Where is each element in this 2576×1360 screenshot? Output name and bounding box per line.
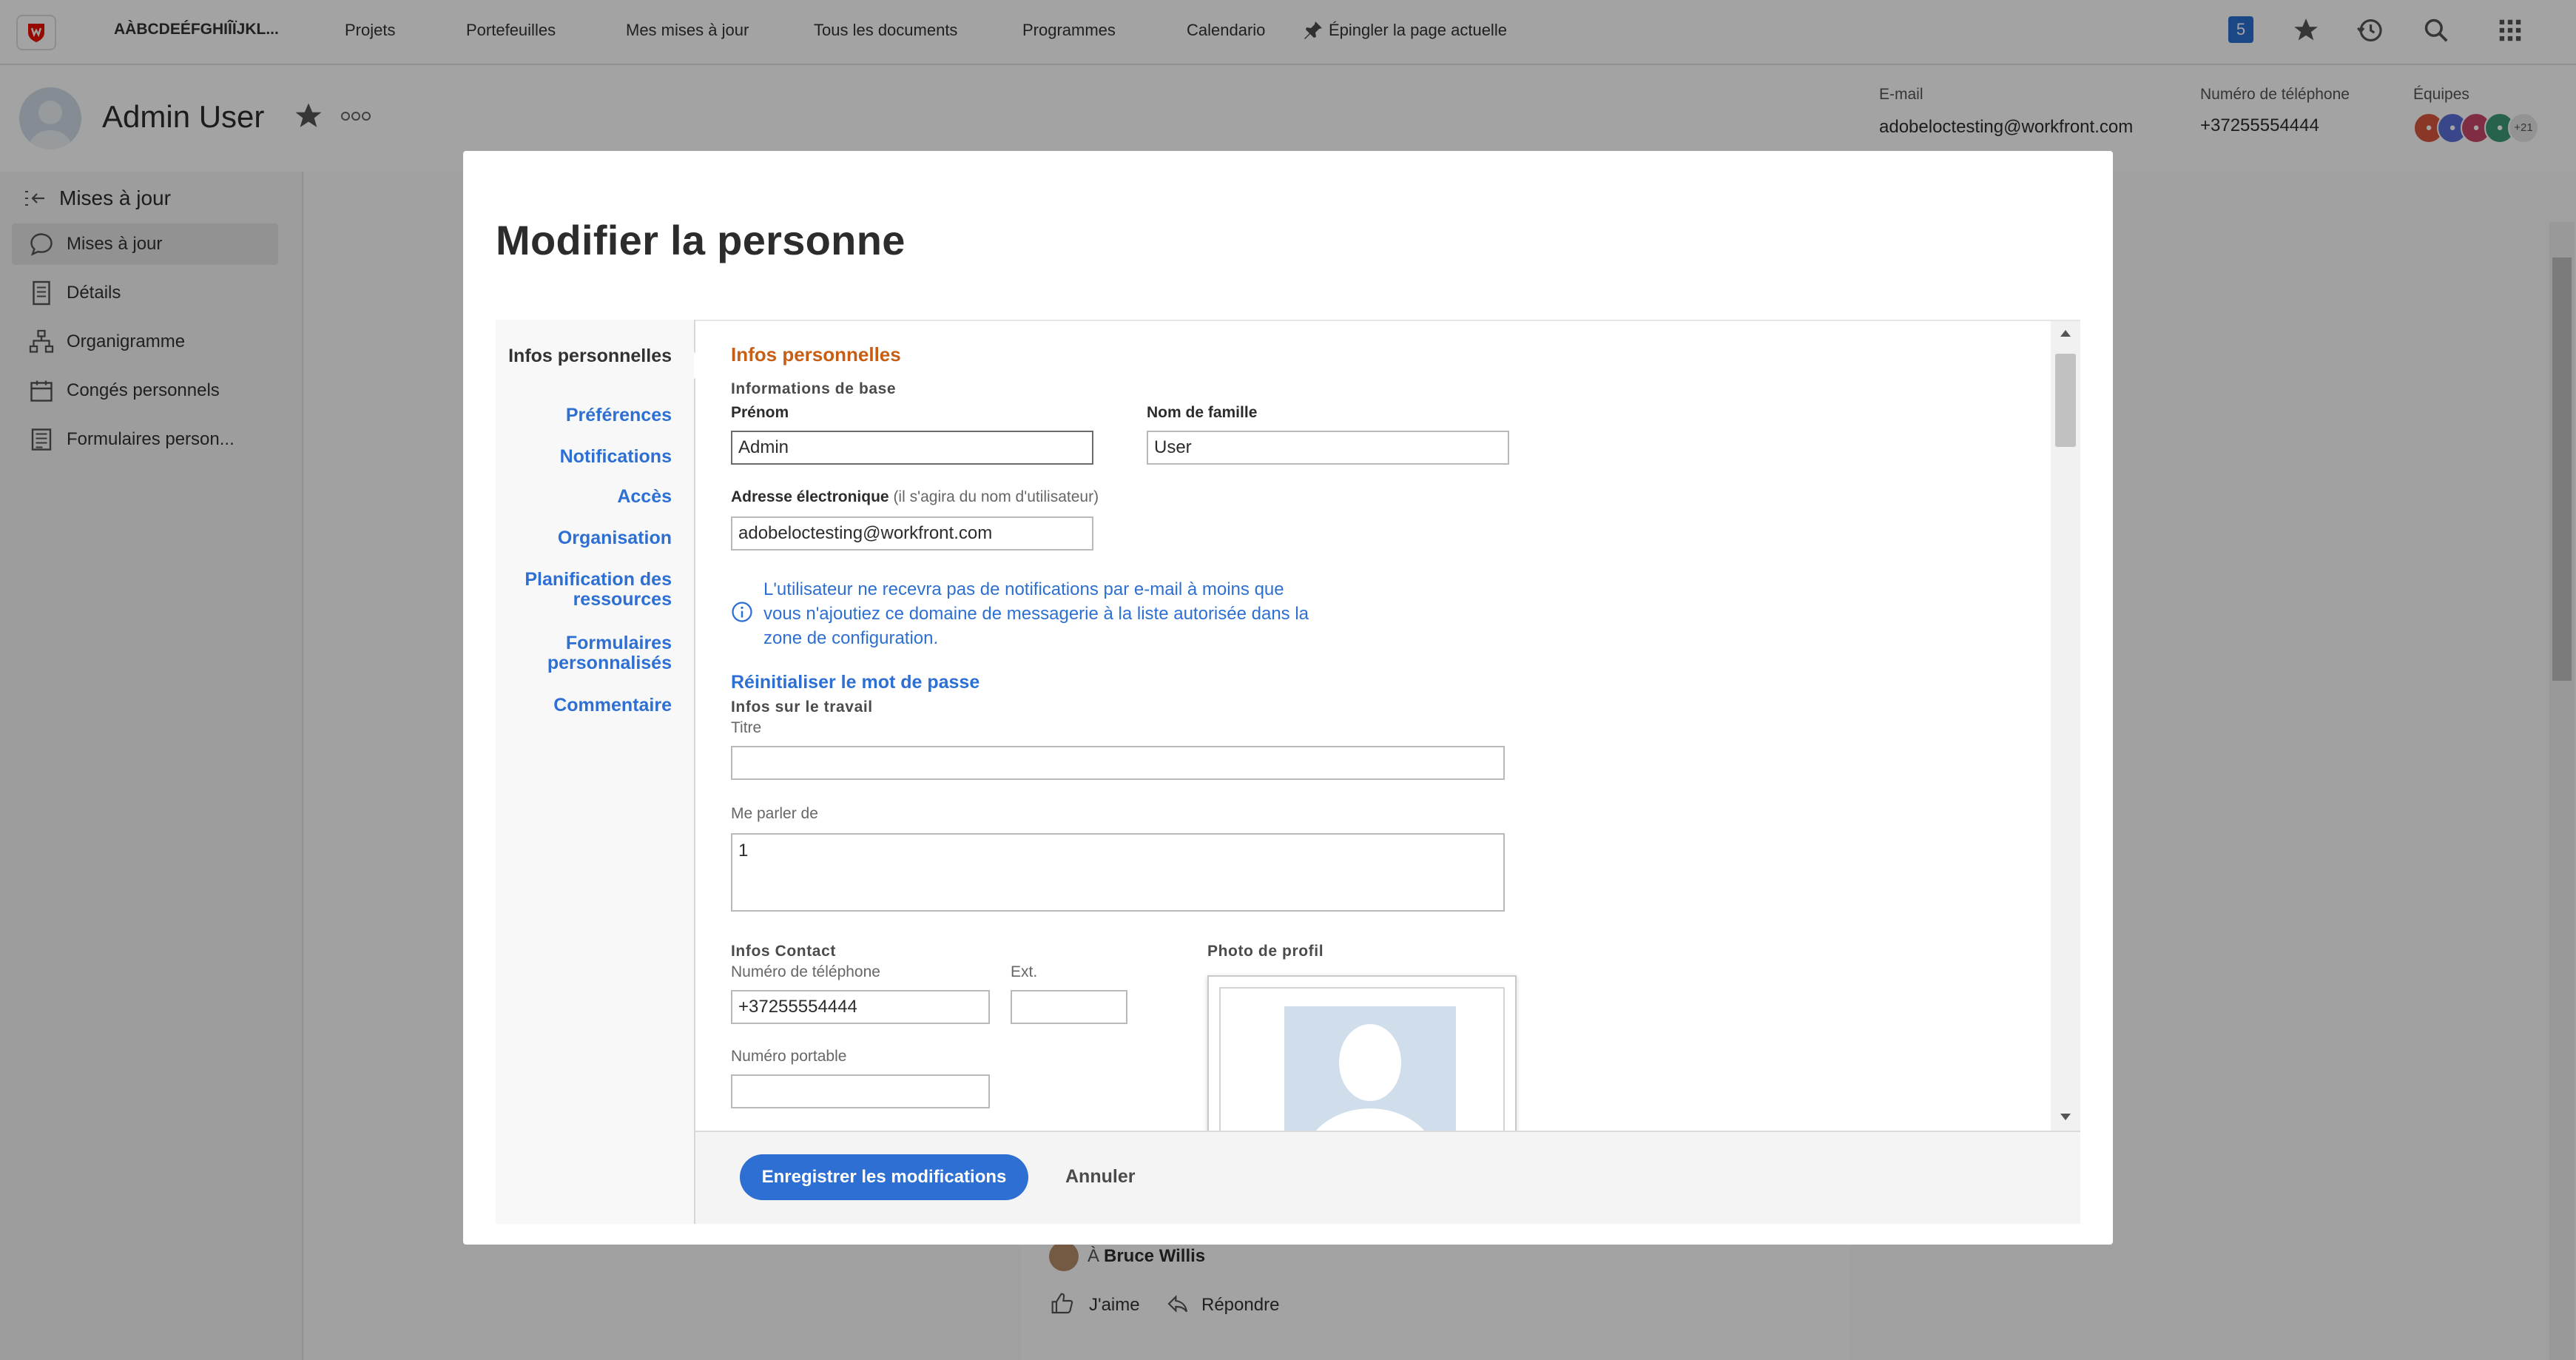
modal-nav-access[interactable]: Accès	[487, 487, 672, 507]
mobile-label: Numéro portable	[731, 1048, 847, 1065]
modal-nav-custom-forms[interactable]: Formulaires personnalisés	[487, 633, 672, 673]
first-name-field[interactable]: Admin	[731, 431, 1093, 465]
email-hint: (il s'agira du nom d'utilisateur)	[893, 488, 1099, 505]
profile-photo-card[interactable]	[1207, 975, 1517, 1131]
personal-info-form: Infos personnelles Informations de base …	[695, 320, 2080, 1131]
modal-nav-personal-info[interactable]: Infos personnelles	[487, 346, 672, 366]
email-notification-warning: L'utilisateur ne recevra pas de notifica…	[763, 579, 1309, 648]
section-title: Infos personnelles	[731, 343, 901, 366]
modal-nav-resource-planning[interactable]: Planification des ressources	[487, 570, 672, 610]
work-info-heading: Infos sur le travail	[731, 698, 873, 716]
cancel-button[interactable]: Annuler	[1065, 1166, 1135, 1188]
reset-password-link[interactable]: Réinitialiser le mot de passe	[731, 672, 980, 693]
ext-field[interactable]	[1011, 990, 1127, 1024]
scroll-down-arrow-icon[interactable]	[2060, 1113, 2071, 1122]
about-label: Me parler de	[731, 805, 818, 822]
modal-footer: Enregistrer les modifications Annuler	[695, 1131, 2080, 1224]
ext-label: Ext.	[1011, 963, 1038, 980]
email-label-text: Adresse électronique	[731, 488, 889, 505]
first-name-label: Prénom	[731, 404, 789, 421]
modal-nav-organization[interactable]: Organisation	[487, 528, 672, 548]
default-avatar-icon	[1284, 1006, 1456, 1131]
modal-nav-notifications[interactable]: Notifications	[487, 447, 672, 467]
edit-person-modal: Modifier la personne Infos personnelles …	[463, 151, 2113, 1245]
email-label: Adresse électronique (il s'agira du nom …	[731, 488, 1099, 506]
phone-field[interactable]: +37255554444	[731, 990, 990, 1024]
modal-title: Modifier la personne	[496, 217, 906, 263]
basic-info-heading: Informations de base	[731, 380, 897, 397]
modal-section-nav: Infos personnelles Préférences Notificat…	[496, 320, 707, 1224]
phone-label: Numéro de téléphone	[731, 963, 880, 980]
photo-inner-frame	[1219, 987, 1505, 1131]
profile-photo-label: Photo de profil	[1207, 943, 1324, 960]
save-button[interactable]: Enregistrer les modifications	[740, 1154, 1028, 1200]
contact-info-heading: Infos Contact	[731, 943, 836, 960]
mobile-field[interactable]	[731, 1074, 990, 1108]
last-name-field[interactable]: User	[1147, 431, 1509, 465]
last-name-label: Nom de famille	[1147, 404, 1258, 421]
scroll-up-arrow-icon[interactable]	[2060, 329, 2071, 337]
info-icon	[731, 601, 753, 623]
form-scrollbar[interactable]	[2051, 321, 2080, 1131]
about-field[interactable]: 1	[731, 833, 1505, 912]
modal-nav-comment[interactable]: Commentaire	[487, 696, 672, 716]
email-field[interactable]: adobeloctesting@workfront.com	[731, 516, 1093, 551]
title-label: Titre	[731, 719, 762, 736]
form-scrollbar-thumb[interactable]	[2055, 354, 2076, 447]
title-field[interactable]	[731, 746, 1505, 780]
modal-nav-preferences[interactable]: Préférences	[487, 405, 672, 425]
